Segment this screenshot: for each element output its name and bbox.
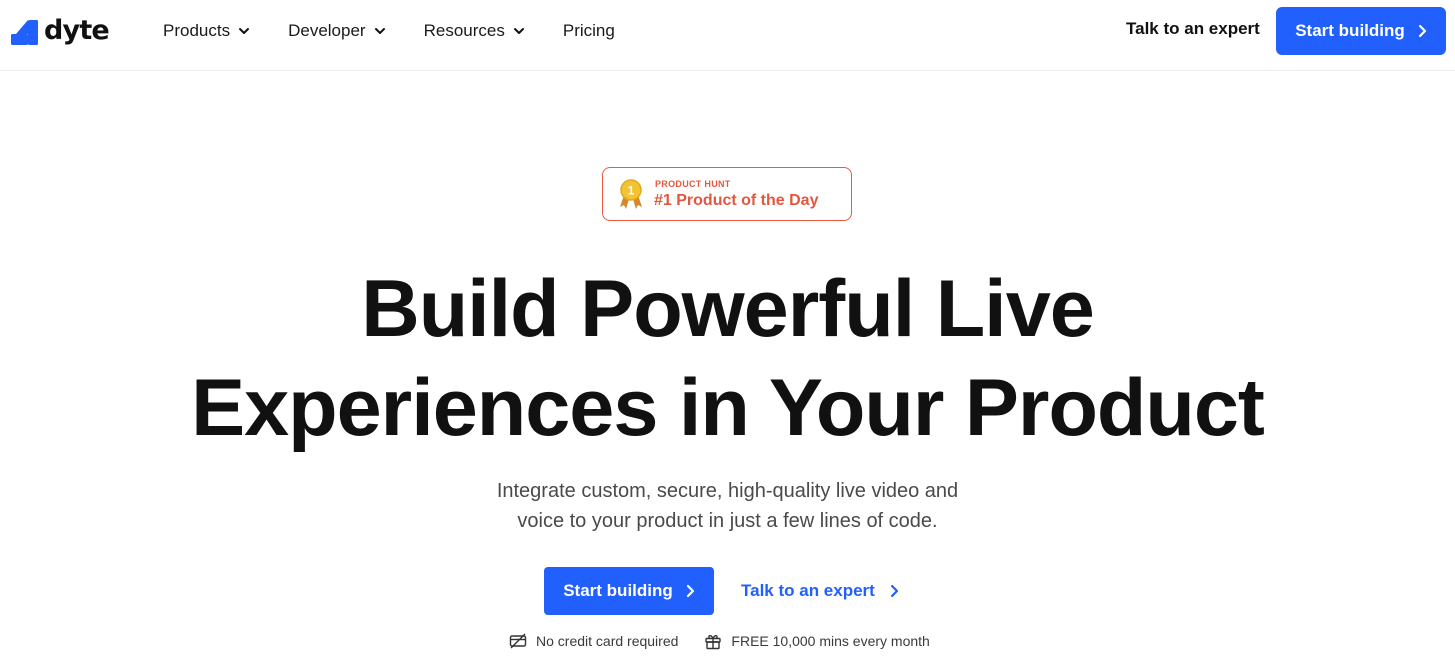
gift-icon xyxy=(705,634,722,650)
hero-subtitle: Integrate custom, secure, high-quality l… xyxy=(0,476,1455,536)
nav-item-resources[interactable]: Resources xyxy=(424,21,525,41)
talk-to-expert-link[interactable]: Talk to an expert xyxy=(1126,19,1260,39)
nav-item-pricing[interactable]: Pricing xyxy=(563,21,615,41)
chevron-down-icon xyxy=(513,28,524,34)
nav-item-label: Resources xyxy=(423,21,505,40)
badge-title: #1 Product of the Day xyxy=(654,192,819,209)
chevron-right-icon xyxy=(686,584,694,598)
nav-item-developer[interactable]: Developer xyxy=(288,21,386,41)
chevron-right-icon xyxy=(890,584,898,598)
medal-icon: 1 xyxy=(620,179,642,209)
product-hunt-badge[interactable]: 1 PRODUCT HUNT #1 Product of the Day xyxy=(602,167,852,221)
dyte-logo[interactable]: dyte xyxy=(10,15,110,47)
hero-subtitle-line: voice to your product in just a few line… xyxy=(517,510,938,532)
start-building-label: Start building xyxy=(1295,21,1405,40)
medal-number: 1 xyxy=(628,184,635,198)
hero-start-building-label: Start building xyxy=(563,581,673,600)
perk-label: No credit card required xyxy=(536,633,679,649)
hero-start-building-button[interactable]: Start building xyxy=(544,567,714,615)
hero-title-line: Build Powerful Live xyxy=(361,264,1095,354)
perks-list: No credit card required FREE 10,000 mins… xyxy=(509,631,930,651)
no-credit-card-icon xyxy=(509,633,527,649)
hero-title-line: Experiences in Your Product xyxy=(191,363,1265,453)
hero-subtitle-line: Integrate custom, secure, high-quality l… xyxy=(496,480,959,502)
chevron-down-icon xyxy=(374,28,385,34)
start-building-button[interactable]: Start building xyxy=(1276,7,1446,55)
hero-talk-label: Talk to an expert xyxy=(741,581,875,600)
hero-title: Build Powerful Live Experiences in Your … xyxy=(0,260,1455,458)
logo-wordmark: dyte xyxy=(44,15,110,46)
site-header: dyte Products Developer Resources Pricin… xyxy=(0,0,1455,71)
nav-item-label: Developer xyxy=(288,21,366,40)
nav-item-products[interactable]: Products xyxy=(163,21,250,41)
badge-label: PRODUCT HUNT xyxy=(655,179,731,189)
perk-label: FREE 10,000 mins every month xyxy=(731,633,930,649)
hero-talk-to-expert-link[interactable]: Talk to an expert xyxy=(741,567,899,615)
dyte-logo-icon xyxy=(11,19,38,45)
nav-item-label: Products xyxy=(163,21,231,40)
nav-item-label: Pricing xyxy=(562,21,615,40)
perk-item: No credit card required xyxy=(509,632,678,650)
main-nav: Products Developer Resources Pricing xyxy=(163,18,615,44)
perk-item: FREE 10,000 mins every month xyxy=(704,632,930,650)
chevron-down-icon xyxy=(239,28,250,34)
chevron-right-icon xyxy=(1418,24,1426,38)
